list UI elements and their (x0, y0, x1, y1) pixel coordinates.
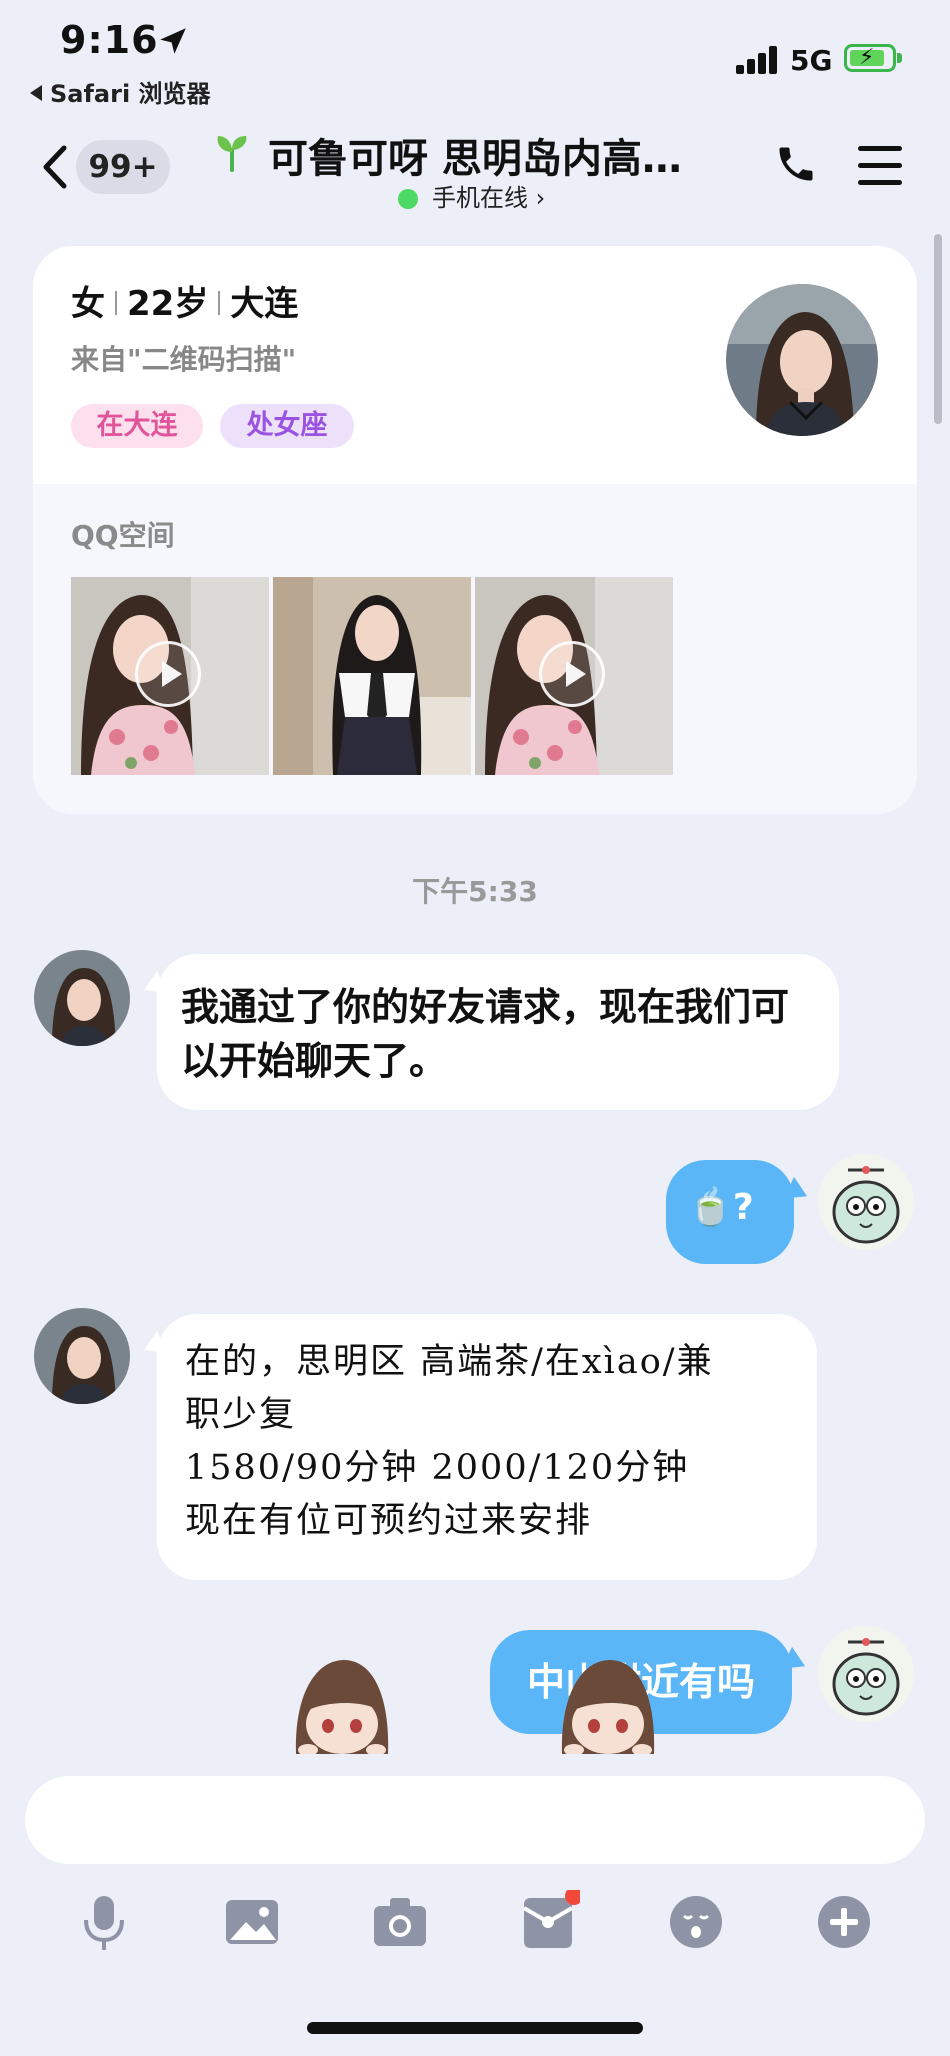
chibi-character-decoration (561, 1660, 655, 1754)
emoji-icon[interactable] (664, 1890, 728, 1954)
profile-source: 来自"二维码扫描" (71, 343, 297, 376)
profile-age: 22 (127, 284, 175, 324)
online-dot-icon (398, 189, 418, 209)
contact-avatar[interactable] (34, 950, 130, 1046)
home-indicator[interactable] (307, 2022, 643, 2034)
qzone-photo-thumbnail[interactable] (273, 577, 471, 775)
network-type: 5G (790, 44, 833, 77)
microphone-icon[interactable] (72, 1890, 136, 1954)
message-line: 现在有位可预约过来安排 (185, 1501, 593, 1541)
input-area (0, 1754, 950, 2056)
red-packet-icon[interactable] (516, 1890, 580, 1954)
message-line: 职少复 (185, 1395, 297, 1435)
status-bar: 9:16 Safari 浏览器 5G ⚡ (0, 0, 950, 110)
plus-icon[interactable] (812, 1890, 876, 1954)
chibi-character-decoration (295, 1660, 389, 1754)
menu-icon[interactable] (858, 146, 902, 186)
back-triangle-icon (30, 85, 42, 101)
chat-title[interactable]: 可鲁可呀 思明岛内高… (268, 126, 682, 184)
message-text: ? (732, 1187, 754, 1228)
profile-card[interactable]: 女 22岁 大连 来自"二维码扫描" 在大连 处女座 QQ空间 (33, 246, 917, 814)
qzone-video-thumbnail[interactable] (475, 577, 673, 775)
chat-timestamp: 下午5:33 (412, 875, 538, 908)
message-line: 在的，思明区 高端茶/在xìao/兼 (185, 1342, 714, 1382)
battery-charging-icon: ⚡ (844, 44, 902, 72)
back-chevron-icon[interactable] (36, 142, 76, 192)
back-app-label: Safari 浏览器 (50, 80, 211, 108)
thumbnail-image (273, 577, 471, 775)
qzone-label[interactable]: QQ空间 (71, 514, 175, 554)
status-time: 9:16 (60, 18, 159, 62)
message-bubble-incoming[interactable]: 在的，思明区 高端茶/在xìao/兼 职少复 1580/90分钟 2000/12… (157, 1314, 817, 1580)
qzone-video-thumbnail[interactable] (71, 577, 269, 775)
sprout-icon (217, 136, 247, 172)
profile-city: 大连 (230, 284, 299, 324)
qzone-section: QQ空间 (33, 484, 917, 814)
signal-icon (736, 46, 780, 74)
message-line: 1580/90分钟 2000/120分钟 (185, 1448, 690, 1488)
back-to-app-link[interactable]: Safari 浏览器 (30, 74, 211, 109)
profile-avatar[interactable] (726, 284, 878, 436)
message-bubble-incoming[interactable]: 我通过了你的好友请求，现在我们可以开始聊天了。 (157, 954, 839, 1110)
my-avatar[interactable] (818, 1154, 914, 1250)
location-arrow-icon (160, 28, 186, 54)
profile-info: 女 22岁 大连 (71, 276, 298, 325)
camera-icon[interactable] (368, 1890, 432, 1954)
tag-location[interactable]: 在大连 (71, 404, 203, 448)
my-avatar[interactable] (818, 1626, 914, 1722)
image-icon[interactable] (220, 1890, 284, 1954)
phone-icon[interactable] (774, 142, 818, 186)
unread-badge[interactable]: 99+ (76, 140, 170, 194)
message-input[interactable] (25, 1776, 925, 1864)
tag-zodiac[interactable]: 处女座 (220, 404, 354, 448)
profile-gender: 女 (71, 284, 105, 324)
profile-age-unit: 岁 (174, 284, 209, 324)
contact-avatar[interactable] (34, 1308, 130, 1404)
online-status-label: 手机在线 › (432, 184, 546, 212)
chat-header: 99+ 可鲁可呀 思明岛内高… 手机在线 › (0, 112, 950, 222)
play-icon (539, 641, 605, 707)
online-status[interactable]: 手机在线 › (398, 178, 545, 213)
scrollbar[interactable] (934, 234, 942, 424)
tea-emoji: 🍵 (688, 1187, 733, 1228)
play-icon (135, 641, 201, 707)
message-bubble-outgoing[interactable]: 🍵? (666, 1160, 794, 1264)
